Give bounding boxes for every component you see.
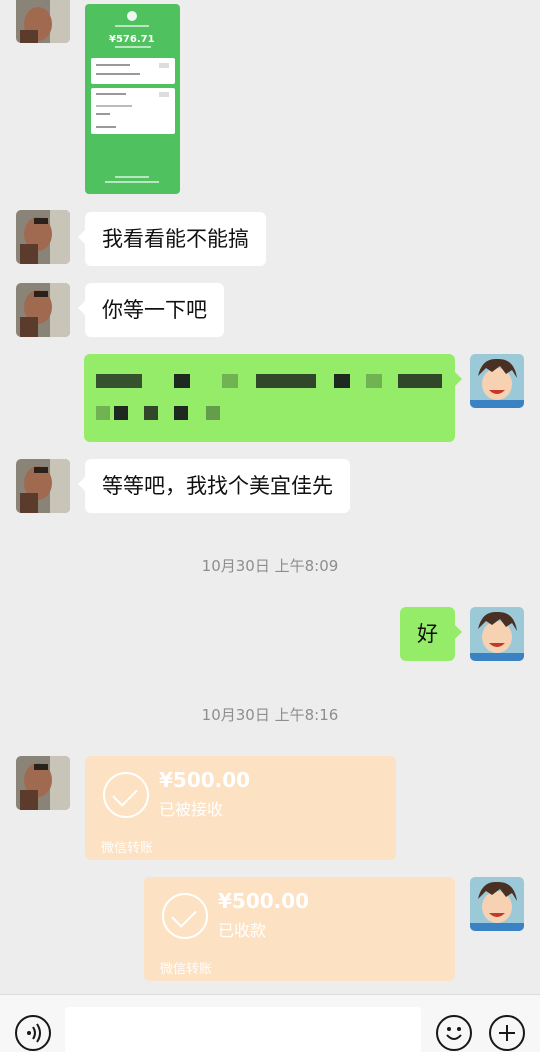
peer-avatar[interactable] <box>16 756 70 810</box>
screenshot-card-1 <box>91 58 175 84</box>
screenshot-card-2 <box>91 88 175 134</box>
transfer-footer: 微信转账 <box>160 962 213 977</box>
timestamp: 10月30日 上午8:09 <box>201 557 339 575</box>
voice-icon[interactable] <box>15 1015 51 1051</box>
message-bubble[interactable]: 好 <box>400 607 462 661</box>
timestamp: 10月30日 上午8:16 <box>201 706 339 724</box>
peer-avatar[interactable] <box>16 283 70 337</box>
input-bar <box>0 994 540 1052</box>
message-bubble[interactable]: 等等吧，我找个美宜佳先 <box>78 459 350 513</box>
transfer-status: 已收款 <box>218 921 267 940</box>
message-bubble[interactable]: 你等一下吧 <box>78 283 224 337</box>
transfer-card[interactable]: ¥500.00 已被接收 微信转账 <box>85 756 396 860</box>
self-avatar[interactable] <box>470 877 524 931</box>
transfer-amount: ¥500.00 <box>159 768 251 792</box>
message-bubble[interactable]: 我看看能不能搞 <box>78 212 266 266</box>
screenshot-amount: ¥576.71 <box>109 34 155 45</box>
message-input[interactable] <box>65 1007 421 1052</box>
screenshot-image[interactable]: ¥576.71 <box>85 4 180 194</box>
emoji-icon[interactable] <box>436 1015 472 1051</box>
transfer-card[interactable]: ¥500.00 已收款 微信转账 <box>144 877 455 981</box>
check-circle-icon <box>103 772 149 818</box>
transfer-status: 已被接收 <box>159 800 224 819</box>
plus-icon[interactable] <box>489 1015 525 1051</box>
peer-avatar[interactable] <box>16 0 70 43</box>
transfer-amount: ¥500.00 <box>218 889 310 913</box>
peer-avatar[interactable] <box>16 210 70 264</box>
self-avatar[interactable] <box>470 607 524 661</box>
self-avatar[interactable] <box>470 354 524 408</box>
peer-avatar[interactable] <box>16 459 70 513</box>
obscured-message-bubble[interactable] <box>84 354 462 442</box>
check-circle-icon <box>162 893 208 939</box>
transfer-footer: 微信转账 <box>101 841 154 856</box>
